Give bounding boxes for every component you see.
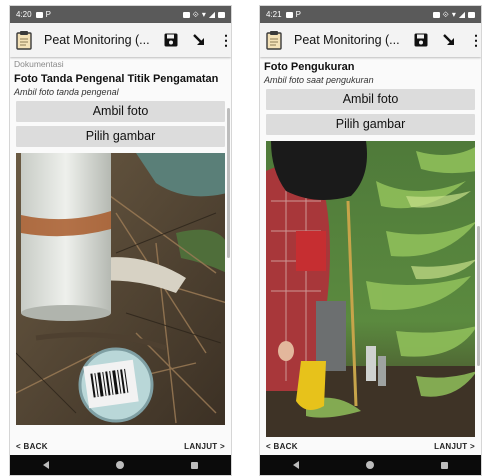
parking-icon: P: [45, 9, 51, 19]
field-hint: Ambil foto saat pengukuran: [264, 75, 374, 85]
phone-screen-2: 4:21 P ⟐ ▾ ◢ Peat Monitoring (... ⋮ Foto…: [259, 5, 482, 476]
sync-icon: ⟐: [192, 9, 199, 19]
field-title: Foto Pengukuran: [264, 61, 355, 73]
field-hint: Ambil foto tanda pengenal: [14, 87, 119, 97]
wifi-icon: ▾: [201, 9, 206, 19]
nfc-icon: [182, 11, 190, 18]
clipboard-icon: [16, 30, 32, 50]
app-bar: Peat Monitoring (... ⋮: [260, 23, 481, 57]
status-time: 4:20: [16, 10, 32, 19]
captured-photo: [16, 153, 225, 425]
system-recents-icon[interactable]: [190, 461, 198, 469]
parking-icon: P: [295, 9, 301, 19]
system-navigation-bar: [260, 455, 481, 475]
more-vertical-icon[interactable]: ⋮: [219, 32, 231, 49]
status-bar: 4:21 P ⟐ ▾ ◢: [260, 6, 481, 23]
sync-icon: ⟐: [442, 9, 449, 19]
notification-icons: P: [285, 9, 301, 19]
message-icon: [285, 11, 293, 18]
form-navigation: < BACK LANJUT >: [10, 437, 231, 455]
notification-icons: P: [35, 9, 51, 19]
system-back-icon[interactable]: [43, 461, 50, 469]
field-title: Foto Tanda Pengenal Titik Pengamatan: [14, 73, 219, 85]
take-photo-button[interactable]: Ambil foto: [16, 101, 225, 122]
nfc-icon: [432, 11, 440, 18]
form-content: Dokumentasi Foto Tanda Pengenal Titik Pe…: [10, 57, 231, 437]
system-recents-icon[interactable]: [440, 461, 448, 469]
app-title: Peat Monitoring (...: [294, 33, 400, 47]
system-icons: ⟐ ▾ ◢: [432, 9, 475, 19]
choose-image-button[interactable]: Pilih gambar: [16, 126, 225, 147]
save-icon[interactable]: [163, 32, 179, 48]
app-bar: Peat Monitoring (... ⋮: [10, 23, 231, 57]
save-icon[interactable]: [413, 32, 429, 48]
back-button[interactable]: < BACK: [16, 442, 48, 451]
system-back-icon[interactable]: [293, 461, 300, 469]
system-home-icon[interactable]: [115, 461, 124, 469]
signal-icon: ◢: [458, 9, 465, 19]
next-button[interactable]: LANJUT >: [184, 442, 225, 451]
clipboard-icon: [266, 30, 282, 50]
arrow-down-right-icon[interactable]: [441, 32, 457, 48]
status-time: 4:21: [266, 10, 282, 19]
captured-photo: [266, 141, 475, 437]
wifi-icon: ▾: [451, 9, 456, 19]
app-title: Peat Monitoring (...: [44, 33, 150, 47]
form-content: Foto Pengukuran Ambil foto saat pengukur…: [260, 57, 481, 437]
section-label: Dokumentasi: [14, 59, 64, 69]
system-icons: ⟐ ▾ ◢: [182, 9, 225, 19]
choose-image-button[interactable]: Pilih gambar: [266, 114, 475, 135]
scroll-indicator[interactable]: [477, 226, 480, 366]
more-vertical-icon[interactable]: ⋮: [469, 32, 481, 49]
form-navigation: < BACK LANJUT >: [260, 437, 481, 455]
battery-icon: [218, 11, 225, 18]
take-photo-button[interactable]: Ambil foto: [266, 89, 475, 110]
system-home-icon[interactable]: [365, 461, 374, 469]
message-icon: [35, 11, 43, 18]
next-button[interactable]: LANJUT >: [434, 442, 475, 451]
arrow-down-right-icon[interactable]: [191, 32, 207, 48]
back-button[interactable]: < BACK: [266, 442, 298, 451]
system-navigation-bar: [10, 455, 231, 475]
signal-icon: ◢: [208, 9, 215, 19]
status-bar: 4:20 P ⟐ ▾ ◢: [10, 6, 231, 23]
scroll-indicator[interactable]: [227, 108, 230, 258]
battery-icon: [468, 11, 475, 18]
phone-screen-1: 4:20 P ⟐ ▾ ◢ Peat Monitoring (... ⋮ Doku…: [9, 5, 232, 476]
